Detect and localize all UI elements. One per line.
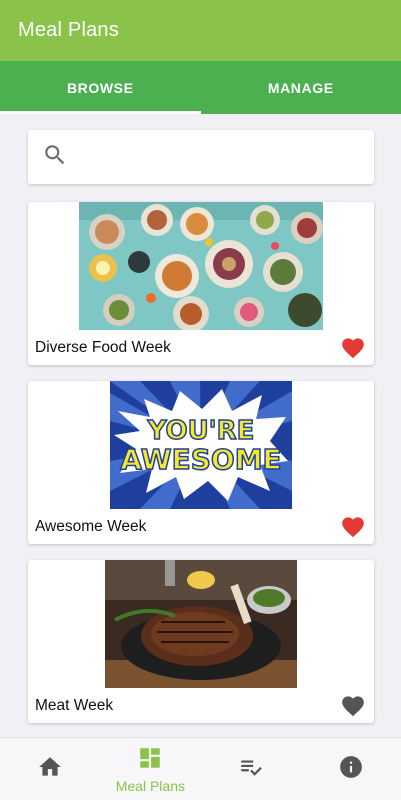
meal-plan-card[interactable]: YOU'RE AWESOME Awesome Week (28, 381, 374, 544)
nav-meal-plans[interactable]: Meal Plans (100, 738, 200, 800)
page-title: Meal Plans (18, 19, 119, 41)
meal-plan-title: Awesome Week (35, 518, 147, 535)
favorite-heart-icon[interactable] (340, 693, 366, 717)
favorite-heart-icon[interactable] (340, 514, 366, 538)
svg-text:YOU'RE: YOU'RE (147, 416, 255, 446)
meal-plan-title: Meat Week (35, 697, 114, 714)
bottom-navigation: Meal Plans (0, 737, 401, 800)
info-icon (338, 754, 364, 785)
meal-plan-card[interactable]: Meat Week (28, 560, 374, 723)
svg-text:AWESOME: AWESOME (120, 443, 281, 476)
tab-manage[interactable]: MANAGE (201, 61, 401, 114)
search-icon (42, 142, 68, 173)
meal-plan-title: Diverse Food Week (35, 339, 171, 356)
meal-plan-card[interactable]: Diverse Food Week (28, 202, 374, 365)
home-icon (37, 754, 63, 785)
favorite-heart-icon[interactable] (340, 335, 366, 359)
playlist-check-icon (238, 754, 264, 785)
search-bar[interactable] (28, 130, 374, 184)
tab-bar: BROWSE MANAGE (0, 61, 401, 114)
nav-info[interactable] (301, 738, 401, 800)
tab-browse[interactable]: BROWSE (0, 61, 201, 114)
dashboard-icon (137, 745, 163, 776)
nav-shopping-list[interactable] (201, 738, 301, 800)
food-spread-image (79, 202, 323, 330)
nav-label-meal-plans: Meal Plans (115, 777, 185, 794)
steak-image (105, 560, 297, 688)
search-input[interactable] (78, 148, 358, 166)
youre-awesome-comic-image: YOU'RE AWESOME (110, 381, 292, 509)
nav-home[interactable] (0, 738, 100, 800)
app-bar: Meal Plans (0, 0, 401, 61)
